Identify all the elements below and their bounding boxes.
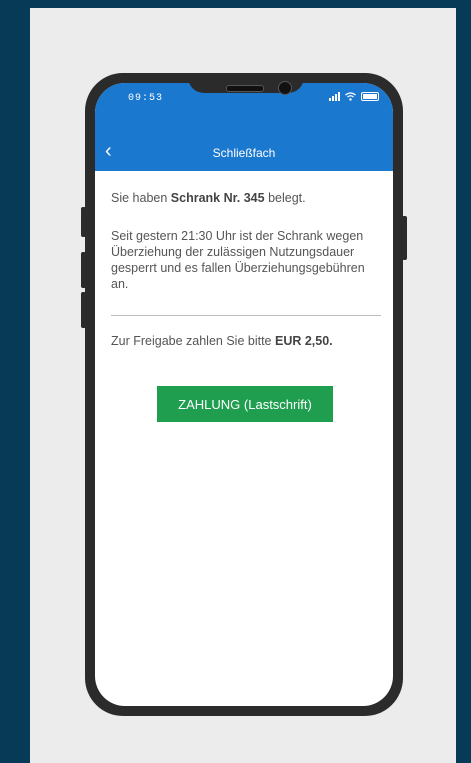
status-icons — [329, 92, 379, 101]
overdue-notice: Seit gestern 21:30 Uhr ist der Schrank w… — [111, 229, 365, 291]
locker-number: Schrank Nr. 345 — [170, 191, 265, 205]
app-header: 09:53 ‹ Schließfach — [95, 83, 393, 171]
payment-prefix: Zur Freigabe zahlen Sie bitte — [111, 334, 275, 348]
phone-screen: 09:53 ‹ Schließfach Sie haben Schrank Nr… — [95, 83, 393, 706]
locker-status-prefix: Sie haben — [111, 191, 171, 205]
battery-icon — [361, 92, 379, 101]
phone-speaker — [226, 85, 264, 92]
wifi-icon — [345, 92, 356, 101]
signal-icon — [329, 92, 340, 101]
payment-amount: EUR 2,50. — [274, 334, 333, 348]
pay-direct-debit-button[interactable]: ZAHLUNG (Lastschrift) — [157, 386, 333, 422]
phone-camera — [278, 81, 292, 95]
locker-status-text: Sie haben Schrank Nr. 345 belegt. — [111, 191, 381, 205]
page-title: Schließfach — [212, 146, 276, 160]
payment-amount-text: Zur Freigabe zahlen Sie bitte EUR 2,50. — [111, 334, 381, 348]
divider — [111, 315, 381, 316]
status-time: 09:53 — [128, 93, 164, 104]
locker-status-suffix: belegt. — [264, 191, 306, 205]
